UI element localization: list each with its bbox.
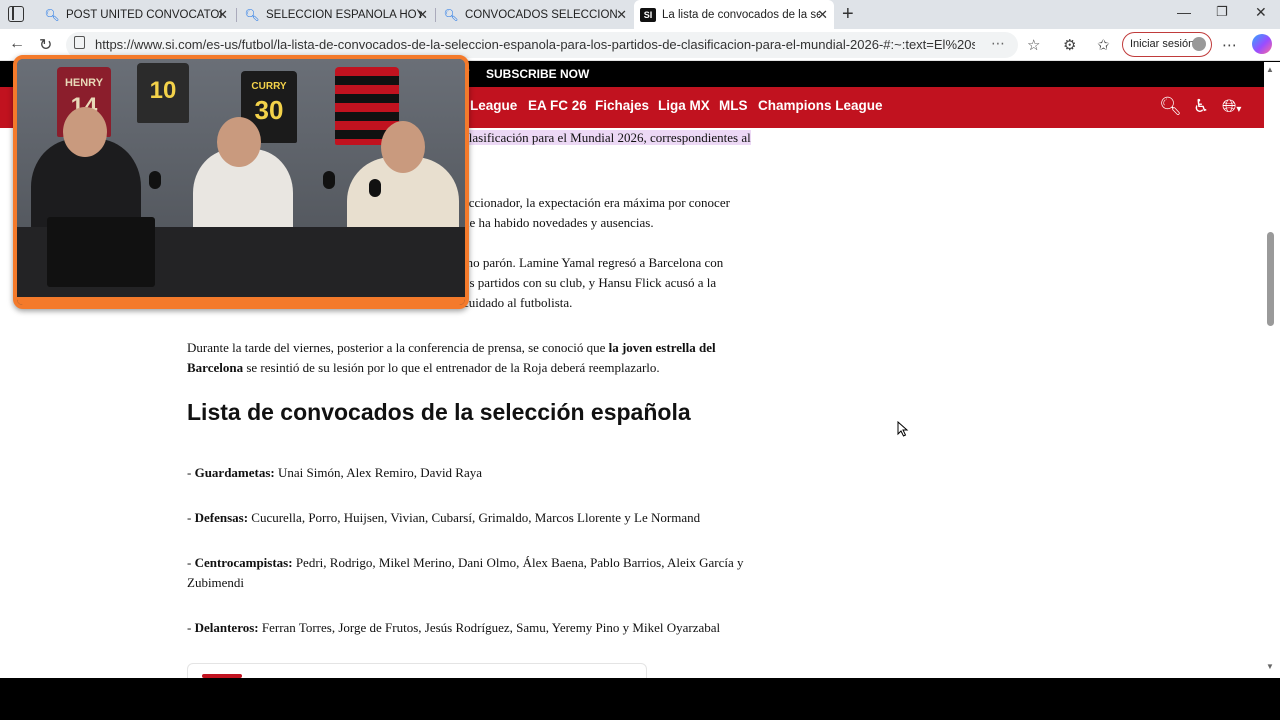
webcam-overlay: HENRY 14 10 CURRY 30 (13, 55, 469, 309)
paragraph-4: Durante la tarde del viernes, posterior … (187, 338, 747, 378)
paragraph-2-line-2: he ha habido novedades y ausencias. (463, 215, 654, 230)
globe-icon[interactable]: 🌐︎▾ (1222, 96, 1241, 117)
accessibility-icon[interactable]: ♿︎ (1193, 96, 1209, 117)
new-tab-icon[interactable]: + (842, 3, 854, 26)
tab-label: POST UNITED CONVOCATORIA E (66, 8, 222, 21)
list-item-label: Delanteros: (194, 620, 259, 635)
list-item-label: Centrocampistas: (194, 555, 293, 570)
list-item-guardametas: - Guardametas: Unai Simón, Alex Remiro, … (187, 463, 767, 483)
highlighted-text: clasificación para el Mundial 2026, corr… (463, 130, 751, 145)
paragraph-4-text-a: Durante la tarde del viernes, posterior … (187, 340, 609, 355)
si-logo-icon: SI (640, 7, 656, 22)
jersey-name: HENRY (64, 77, 104, 89)
person-right-head (381, 121, 425, 173)
subscribe-link[interactable]: SUBSCRIBE NOW (486, 67, 589, 81)
paragraph-highlighted: clasificación para el Mundial 2026, corr… (463, 128, 783, 148)
tab-actions-icon[interactable] (8, 6, 24, 22)
close-icon[interactable]: ✕ (217, 7, 228, 23)
paragraph-3-line-2: os partidos con su club, y Hansu Flick a… (463, 275, 717, 290)
list-item-label: Defensas: (194, 510, 249, 525)
tab-seleccion-espanola-hoy[interactable]: 🔍︎ SELECCION ESPAÑOLA HOY - Bús ✕ (238, 0, 434, 29)
nav-item-fichajes[interactable]: Fichajes (595, 98, 649, 113)
tab-label: La lista de convocados de la selec (662, 8, 820, 21)
close-icon[interactable]: ✕ (817, 7, 828, 23)
nav-item-champions-league[interactable]: Champions League (758, 98, 883, 113)
article-heading: Lista de convocados de la selección espa… (187, 399, 691, 425)
avatar (1192, 37, 1206, 51)
extensions-icon[interactable]: ⚙ (1063, 36, 1076, 54)
close-icon[interactable]: ✕ (616, 7, 627, 23)
paragraph-3-line-1: mo parón. Lamine Yamal regresó a Barcelo… (463, 255, 724, 270)
scrollbar[interactable] (1264, 62, 1280, 678)
favorite-star-icon[interactable]: ☆ (1027, 36, 1040, 54)
person-left-head (63, 107, 107, 157)
nav-item-league[interactable]: League (470, 98, 517, 113)
close-icon[interactable]: ✕ (417, 7, 428, 23)
list-prefix: - (187, 555, 195, 570)
copilot-icon[interactable] (1252, 34, 1272, 54)
tab-post-united[interactable]: 🔍︎ POST UNITED CONVOCATORIA E ✕ (38, 0, 234, 29)
paragraph-4-text-b: se resintió de su lesión por lo que el e… (243, 360, 660, 375)
person-center-head (217, 117, 261, 167)
search-icon[interactable]: 🔍︎ (1159, 96, 1182, 117)
scrollbar-thumb[interactable] (1267, 232, 1274, 326)
list-item-players: Unai Simón, Alex Remiro, David Raya (278, 465, 483, 480)
tab-label: SELECCION ESPAÑOLA HOY - Bús (266, 8, 422, 21)
jersey-number: 10 (149, 77, 177, 104)
webcam-frame-bottom (17, 297, 465, 305)
signin-label: Iniciar sesión (1130, 38, 1195, 50)
tab-divider (236, 8, 237, 22)
paragraph-2-line-1: eccionador, la expectación era máxima po… (463, 195, 730, 210)
jersey-10: 10 (137, 63, 189, 123)
tab-active-article[interactable]: SI La lista de convocados de la selec ✕ (634, 0, 834, 29)
embedded-card[interactable] (187, 663, 647, 678)
list-prefix: - (187, 465, 195, 480)
signin-button[interactable]: Iniciar sesión (1122, 32, 1212, 57)
more-menu-icon[interactable]: ⋯ (1222, 36, 1237, 54)
search-icon: 🔍︎ (44, 7, 60, 22)
refresh-icon[interactable]: ↻ (39, 35, 52, 55)
nav-item-ea-fc-26[interactable]: EA FC 26 (528, 98, 587, 113)
paragraph-3-line-3: cuidado al futbolista. (463, 295, 573, 310)
maximize-icon[interactable]: ❐ (1216, 4, 1228, 20)
window-close-icon[interactable]: ✕ (1255, 4, 1267, 21)
laptop (47, 217, 155, 287)
list-item-players: Cucurella, Porro, Huijsen, Vivian, Cubar… (251, 510, 701, 525)
search-icon: 🔍︎ (244, 7, 260, 22)
jersey-name: CURRY (251, 81, 287, 92)
back-icon[interactable]: ← (9, 35, 25, 53)
paragraph-2: eccionador, la expectación era máxima po… (463, 193, 783, 233)
search-icon: 🔍︎ (443, 7, 459, 22)
tab-divider (435, 8, 436, 22)
mouse-cursor-icon (897, 420, 909, 442)
list-item-players: Ferran Torres, Jorge de Frutos, Jesús Ro… (261, 620, 721, 635)
bottom-black-bar (0, 678, 1280, 720)
page-actions-icon[interactable]: ⋯ (991, 35, 1005, 52)
scroll-down-icon[interactable]: ▼ (1266, 662, 1274, 671)
tab-bar: 🔍︎ POST UNITED CONVOCATORIA E ✕ 🔍︎ SELEC… (0, 0, 1280, 29)
paragraph-3: mo parón. Lamine Yamal regresó a Barcelo… (463, 253, 783, 313)
nav-item-mls[interactable]: MLS (719, 98, 748, 113)
list-item-defensas: - Defensas: Cucurella, Porro, Huijsen, V… (187, 508, 767, 528)
list-item-delanteros: - Delanteros: Ferran Torres, Jorge de Fr… (187, 618, 767, 638)
url-text[interactable]: https://www.si.com/es-us/futbol/la-lista… (95, 37, 975, 52)
lock-icon[interactable] (74, 36, 85, 49)
list-prefix: - (187, 620, 195, 635)
microphone-icon (323, 171, 335, 189)
list-prefix: - (187, 510, 195, 525)
scroll-up-icon[interactable]: ▲ (1266, 65, 1274, 74)
list-item-label: Guardametas: (194, 465, 275, 480)
nav-item-liga-mx[interactable]: Liga MX (658, 98, 710, 113)
tab-convocados-seleccion[interactable]: 🔍︎ CONVOCADOS SELECCION OCTU ✕ (437, 0, 633, 29)
list-item-centrocampistas: - Centrocampistas: Pedri, Rodrigo, Mikel… (187, 553, 767, 593)
microphone-icon (369, 179, 381, 197)
microphone-icon (149, 171, 161, 189)
tab-label: CONVOCADOS SELECCION OCTU (465, 8, 621, 21)
favorites-icon[interactable]: ✩ (1097, 36, 1110, 54)
minimize-icon[interactable]: — (1177, 4, 1191, 20)
